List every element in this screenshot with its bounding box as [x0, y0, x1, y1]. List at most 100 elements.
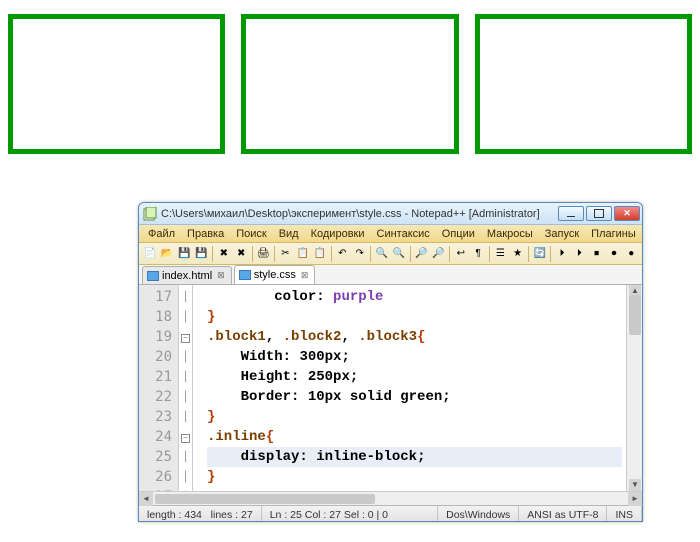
code-area[interactable]: color: purple}.block1, .block2, .block3{…: [193, 285, 626, 505]
line-number-gutter: 1718192021222324252627: [139, 285, 179, 505]
macro2-button[interactable]: ⏵: [572, 245, 587, 263]
code-line[interactable]: Height: 250px;: [207, 367, 622, 387]
redo-button[interactable]: ↷: [352, 245, 367, 263]
zoomout-button[interactable]: 🔎: [431, 245, 446, 263]
macro5-button[interactable]: ●: [624, 245, 639, 263]
code-line[interactable]: .inline{: [207, 427, 622, 447]
print-button[interactable]: 🖨: [256, 245, 271, 263]
menu-плагины[interactable]: Плагины: [586, 228, 641, 240]
closeall-button[interactable]: ✖: [233, 245, 248, 263]
line-number: 22: [139, 387, 172, 407]
menu-поиск[interactable]: Поиск: [231, 228, 271, 240]
guide-button[interactable]: ☰: [493, 245, 508, 263]
code-line[interactable]: display: inline-block;: [207, 447, 622, 467]
tab-close-icon[interactable]: ⊠: [301, 270, 309, 281]
line-number: 21: [139, 367, 172, 387]
code-line[interactable]: Width: 300px;: [207, 347, 622, 367]
tab-index-html[interactable]: index.html ⊠: [142, 266, 232, 284]
tab-label: style.css: [254, 269, 296, 281]
find-button[interactable]: 🔍: [374, 245, 389, 263]
maximize-button[interactable]: [586, 206, 612, 221]
vertical-scrollbar[interactable]: ▲ ▼: [626, 285, 642, 505]
copy-button[interactable]: 📋: [295, 245, 310, 263]
code-line[interactable]: }: [207, 407, 622, 427]
code-line[interactable]: }: [207, 307, 622, 327]
app-icon: [143, 207, 157, 221]
replace-button[interactable]: 🔍: [391, 245, 406, 263]
file-icon: [147, 271, 159, 281]
showall-button[interactable]: ¶: [470, 245, 485, 263]
paste-button[interactable]: 📋: [312, 245, 327, 263]
wrap-button[interactable]: ↩: [453, 245, 468, 263]
status-bar: length : 434 lines : 27 Ln : 25 Col : 27…: [139, 505, 642, 522]
block-3: [475, 14, 692, 154]
code-line[interactable]: color: purple: [207, 287, 622, 307]
fold-cell[interactable]: │: [179, 288, 192, 308]
tab-style-css[interactable]: style.css ⊠: [234, 265, 316, 284]
line-number: 24: [139, 427, 172, 447]
notepadpp-window: C:\Users\михаил\Desktop\эксперимент\styl…: [138, 202, 643, 522]
status-position: Ln : 25 Col : 27 Sel : 0 | 0: [262, 506, 438, 522]
menu-кодировки[interactable]: Кодировки: [306, 228, 370, 240]
macro3-button[interactable]: ⏹: [589, 245, 604, 263]
menu-вид[interactable]: Вид: [274, 228, 304, 240]
tab-close-icon[interactable]: ⊠: [217, 270, 225, 281]
menu-синтаксис[interactable]: Синтаксис: [372, 228, 435, 240]
fold-cell[interactable]: −: [179, 328, 192, 348]
scroll-thumb[interactable]: [629, 295, 641, 335]
code-line[interactable]: .block1, .block2, .block3{: [207, 327, 622, 347]
toolbar: 📄📂💾💾✖✖🖨✂📋📋↶↷🔍🔍🔎🔎↩¶☰★🔄⏵⏵⏹⏺●: [139, 243, 642, 265]
fold-cell[interactable]: │: [179, 368, 192, 388]
hscroll-thumb[interactable]: [155, 494, 375, 504]
line-number: 20: [139, 347, 172, 367]
menu-файл[interactable]: Файл: [143, 228, 180, 240]
line-number: 25: [139, 447, 172, 467]
save-button[interactable]: 💾: [177, 245, 192, 263]
saveall-button[interactable]: 💾: [194, 245, 209, 263]
close-window-button[interactable]: ✕: [614, 206, 640, 221]
file-icon: [239, 270, 251, 280]
editor-area: 1718192021222324252627 ││−││││−│││ color…: [139, 285, 642, 505]
fold-cell[interactable]: │: [179, 468, 192, 488]
fold-cell[interactable]: │: [179, 408, 192, 428]
tab-label: index.html: [162, 270, 212, 282]
status-insert-mode: INS: [607, 506, 642, 522]
cut-button[interactable]: ✂: [278, 245, 293, 263]
close-button[interactable]: ✖: [216, 245, 231, 263]
scroll-left-icon[interactable]: ◄: [139, 492, 153, 506]
minimize-button[interactable]: [558, 206, 584, 221]
code-line[interactable]: Border: 10px solid green;: [207, 387, 622, 407]
open-button[interactable]: 📂: [159, 245, 174, 263]
tab-bar: index.html ⊠ style.css ⊠: [139, 265, 642, 285]
menu-запуск[interactable]: Запуск: [540, 228, 584, 240]
line-number: 17: [139, 287, 172, 307]
fold-cell[interactable]: │: [179, 308, 192, 328]
horizontal-scrollbar[interactable]: ◄ ►: [139, 491, 642, 505]
menu-bar: ФайлПравкаПоискВидКодировкиСинтаксисОпци…: [139, 225, 642, 243]
code-line[interactable]: }: [207, 467, 622, 487]
undo-button[interactable]: ↶: [335, 245, 350, 263]
fold-cell[interactable]: −: [179, 428, 192, 448]
menu-макросы[interactable]: Макросы: [482, 228, 538, 240]
fold-margin[interactable]: ││−││││−│││: [179, 285, 193, 505]
menu-опции[interactable]: Опции: [437, 228, 480, 240]
zoomin-button[interactable]: 🔎: [414, 245, 429, 263]
fold-cell[interactable]: │: [179, 348, 192, 368]
new-button[interactable]: 📄: [142, 245, 157, 263]
bookmark-button[interactable]: ★: [510, 245, 525, 263]
scroll-right-icon[interactable]: ►: [628, 492, 642, 506]
macro1-button[interactable]: ⏵: [554, 245, 569, 263]
scroll-down-icon[interactable]: ▼: [629, 479, 641, 491]
status-eol: Dos\Windows: [438, 506, 519, 522]
titlebar[interactable]: C:\Users\михаил\Desktop\эксперимент\styl…: [139, 203, 642, 225]
sync-button[interactable]: 🔄: [532, 245, 547, 263]
status-encoding: ANSI as UTF-8: [519, 506, 607, 522]
fold-cell[interactable]: │: [179, 388, 192, 408]
macro4-button[interactable]: ⏺: [606, 245, 621, 263]
line-number: 18: [139, 307, 172, 327]
fold-cell[interactable]: │: [179, 448, 192, 468]
status-length: length : 434 lines : 27: [139, 506, 262, 522]
block-2: [241, 14, 458, 154]
menu-правка[interactable]: Правка: [182, 228, 229, 240]
line-number: 26: [139, 467, 172, 487]
